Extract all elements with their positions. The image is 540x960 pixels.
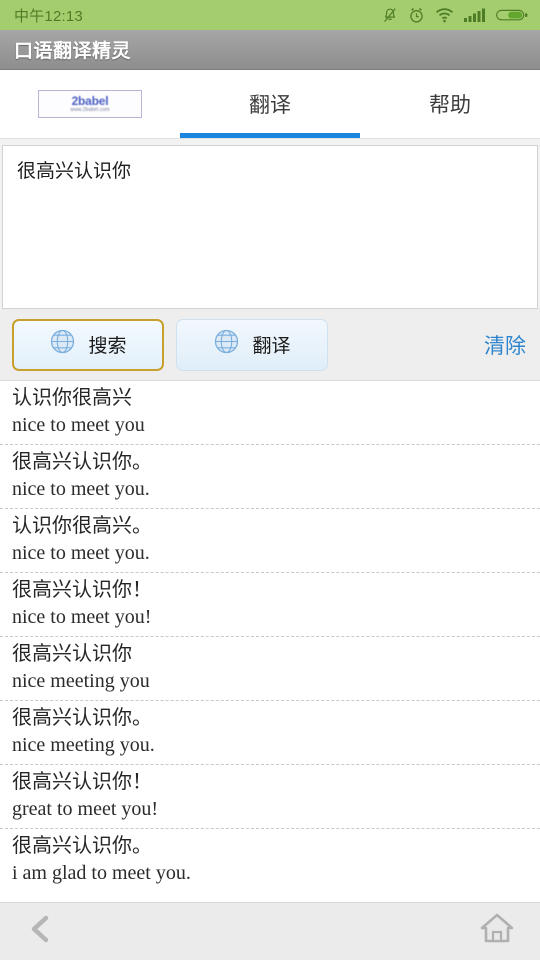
title-bar: 口语翻译精灵 [0,30,540,70]
status-bar-icons [382,7,528,24]
result-target-text: nice meeting you. [12,734,155,756]
result-item[interactable]: 很高兴认识你 nice meeting you [0,637,540,701]
result-target-text: great to meet you! [12,798,159,820]
translate-button[interactable]: 翻译 [176,318,328,371]
results-list: 认识你很高兴 nice to meet you 很高兴认识你。 nice to mee… [0,381,540,892]
logo-wordmark: 2babel [71,94,109,108]
home-icon [478,911,516,952]
tab-help-label: 帮助 [429,94,471,117]
logo-subtext: www.2babel.com [70,107,110,113]
result-target-text: nice to meet you. [12,542,150,564]
translate-button-label: 翻译 [252,336,291,357]
status-bar-clock: 中午12:13 [14,7,83,25]
result-item[interactable]: 认识你很高兴 nice to meet you [0,381,540,445]
result-target-text: i am glad to meet you. [12,862,191,884]
result-source-text: 认识你很高兴 [12,387,132,409]
result-source-text: 很高兴认识你。 [12,451,152,473]
tab-active-indicator [180,133,360,138]
page-title: 口语翻译精灵 [14,41,132,62]
source-text-value: 很高兴认识你 [17,161,132,182]
back-button[interactable] [24,912,58,951]
result-item[interactable]: 很高兴认识你。 i am glad to meet you. [0,829,540,892]
result-item[interactable]: 很高兴认识你。 nice to meet you. [0,445,540,509]
clear-button[interactable]: 清除 [484,330,526,360]
result-item[interactable]: 很高兴认识你！ great to meet you! [0,765,540,829]
tab-help[interactable]: 帮助 [360,70,540,138]
app-screen: 中午12:13 口语翻译精灵 2babel www.2babel.com 翻译 … [0,0,540,960]
result-target-text: nice to meet you [12,414,145,436]
logo-box: 2babel www.2babel.com [38,90,142,118]
source-text-input[interactable]: 很高兴认识你 [2,145,538,309]
brand-logo: 2babel www.2babel.com [0,70,180,138]
result-item[interactable]: 很高兴认识你。 nice meeting you. [0,701,540,765]
result-target-text: nice to meet you. [12,478,150,500]
result-item[interactable]: 认识你很高兴。 nice to meet you. [0,509,540,573]
result-target-text: nice to meet you! [12,606,152,628]
result-item[interactable]: 很高兴认识你！ nice to meet you! [0,573,540,637]
result-source-text: 很高兴认识你。 [12,707,152,729]
battery-icon [496,7,528,23]
result-source-text: 很高兴认识你！ [12,579,152,601]
wifi-icon [435,7,454,23]
bell-muted-icon [382,7,398,24]
alarm-clock-icon [408,7,425,24]
input-section: 很高兴认识你 [0,139,540,309]
result-source-text: 认识你很高兴。 [12,515,152,537]
status-bar: 中午12:13 [0,0,540,30]
tab-translate-label: 翻译 [249,94,291,117]
signal-bars-icon [464,7,486,23]
action-toolbar: 搜索 翻译 清除 [0,309,540,381]
globe-icon [213,328,240,361]
bottom-nav-bar [0,902,540,960]
home-button[interactable] [478,911,516,952]
search-button-label: 搜索 [88,336,127,357]
result-source-text: 很高兴认识你 [12,643,132,665]
search-button[interactable]: 搜索 [12,318,164,371]
results-scroll-area[interactable]: 认识你很高兴 nice to meet you 很高兴认识你。 nice to mee… [0,381,540,904]
tab-translate[interactable]: 翻译 [180,70,360,138]
result-source-text: 很高兴认识你。 [12,835,152,857]
result-target-text: nice meeting you [12,670,150,692]
back-chevron-icon [24,912,58,951]
globe-icon [49,328,76,361]
tab-bar: 2babel www.2babel.com 翻译 帮助 [0,70,540,139]
result-source-text: 很高兴认识你！ [12,771,152,793]
